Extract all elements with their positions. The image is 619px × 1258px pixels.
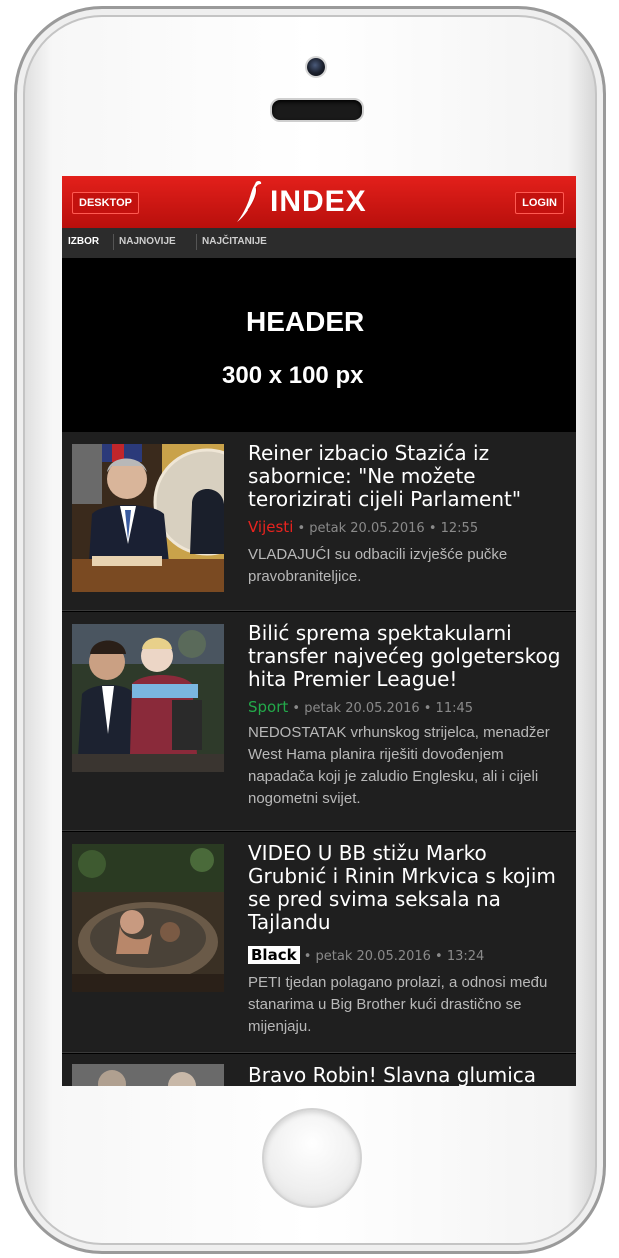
article-title[interactable]: Bilić sprema spektakularni transfer najv…: [248, 622, 570, 691]
article-thumbnail[interactable]: [72, 1064, 224, 1086]
nav-divider: [113, 234, 114, 250]
phone-screen: DESKTOP INDEX LOGIN IZBOR NAJNOVIJE NAJČ…: [62, 176, 576, 1086]
article-description: NEDOSTATAK vrhunskog strijelca, menadžer…: [248, 724, 550, 807]
article-thumbnail[interactable]: [72, 444, 224, 592]
article-date: • petak 20.05.2016 • 11:45: [292, 701, 474, 716]
top-bar: DESKTOP INDEX LOGIN: [62, 176, 576, 228]
front-camera: [307, 58, 325, 76]
article-meta: Sport • petak 20.05.2016 • 11:45: [248, 698, 473, 716]
category-label[interactable]: Sport: [248, 698, 288, 716]
nav-najcitanije[interactable]: NAJČITANIJE: [202, 236, 267, 247]
login-button[interactable]: LOGIN: [515, 192, 564, 214]
ad-size: 300 x 100 px: [222, 362, 364, 389]
article-date: • petak 20.05.2016 • 12:55: [297, 521, 479, 536]
ad-banner[interactable]: HEADER 300 x 100 px: [62, 258, 576, 430]
article-thumbnail[interactable]: [72, 624, 224, 772]
parliament-photo-icon: [72, 444, 224, 592]
article-meta: Vijesti • petak 20.05.2016 • 12:55: [248, 518, 478, 536]
logo-text: INDEX: [270, 185, 367, 218]
nav-izbor[interactable]: IZBOR: [68, 236, 99, 247]
nav-najnovije[interactable]: NAJNOVIJE: [119, 236, 176, 247]
nav-bar: IZBOR NAJNOVIJE NAJČITANIJE: [62, 228, 576, 259]
article-date: • petak 20.05.2016 • 13:24: [303, 949, 485, 964]
nav-divider: [196, 234, 197, 250]
logo[interactable]: INDEX: [236, 180, 367, 224]
article-description: VLADAJUĆI su odbacili izvješće pučke pra…: [248, 546, 508, 585]
article-meta: Black • petak 20.05.2016 • 13:24: [248, 946, 484, 964]
celebrity-photo-icon: [72, 1064, 224, 1086]
article-item[interactable]: VIDEO U BB stižu Marko Grubnić i Rinin M…: [62, 832, 576, 1053]
article-item[interactable]: Reiner izbacio Stazića iz sabornice: "Ne…: [62, 432, 576, 611]
chili-logo-icon: [237, 180, 262, 222]
article-item[interactable]: Bilić sprema spektakularni transfer najv…: [62, 612, 576, 831]
football-photo-icon: [72, 624, 224, 772]
article-title[interactable]: Reiner izbacio Stazića iz sabornice: "Ne…: [248, 442, 570, 511]
earpiece-speaker: [270, 98, 364, 122]
desktop-button[interactable]: DESKTOP: [72, 192, 139, 214]
article-thumbnail[interactable]: [72, 844, 224, 992]
ad-label: HEADER: [246, 306, 365, 337]
article-title[interactable]: Bravo Robin! Slavna glumica: [248, 1064, 570, 1087]
article-item[interactable]: Bravo Robin! Slavna glumica: [62, 1054, 576, 1086]
article-title[interactable]: VIDEO U BB stižu Marko Grubnić i Rinin M…: [248, 842, 570, 934]
home-button[interactable]: [262, 1108, 362, 1208]
hot-tub-photo-icon: [72, 844, 224, 992]
category-label[interactable]: Vijesti: [248, 518, 293, 536]
article-description: PETI tjedan polagano prolazi, a odnosi m…: [248, 974, 548, 1035]
category-label[interactable]: Black: [248, 946, 300, 964]
